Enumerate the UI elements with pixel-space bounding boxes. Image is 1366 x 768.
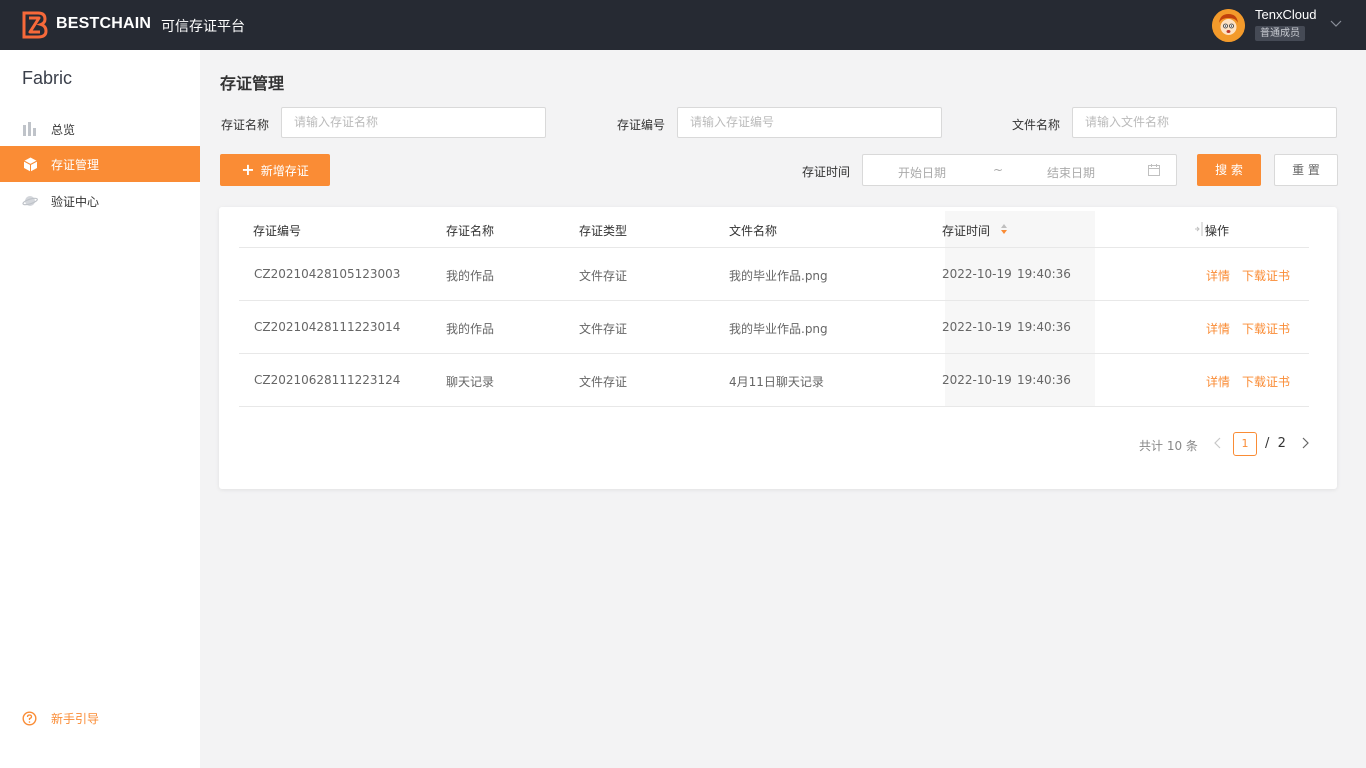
sidebar: Fabric 总览 存证管理 验证中心 新手引导: [0, 50, 200, 768]
calendar-icon: [1148, 164, 1160, 176]
column-header-actions: 操作: [1205, 224, 1230, 238]
column-header-code: 存证编号: [253, 224, 302, 238]
avatar[interactable]: [1212, 9, 1245, 42]
pagination-current-page[interactable]: 1: [1233, 432, 1257, 456]
filter-name-label: 存证名称: [221, 118, 270, 132]
cell-date: 2022-10-19: [942, 373, 1012, 387]
cell-code: CZ20210628111223124: [254, 373, 401, 387]
page-title: 存证管理: [220, 74, 285, 93]
start-date-input[interactable]: 开始日期: [898, 164, 946, 181]
add-evidence-button[interactable]: + 新增存证: [220, 154, 330, 186]
table-header: 存证编号 存证名称 存证类型 文件名称 存证时间 操作: [239, 207, 1309, 248]
cell-code: CZ20210428105123003: [254, 267, 401, 281]
bestchain-logo-icon[interactable]: [22, 11, 48, 39]
pagination-separator: /: [1265, 436, 1270, 451]
cell-file: 我的毕业作品.png: [729, 269, 828, 283]
add-evidence-label: 新增存证: [260, 163, 309, 178]
reset-button[interactable]: 重 置: [1274, 154, 1338, 186]
cell-name: 我的作品: [446, 269, 495, 283]
evidence-code-input[interactable]: 请输入存证编号: [677, 107, 942, 138]
user-role-badge: 普通成员: [1255, 26, 1305, 41]
download-certificate-link[interactable]: 下载证书: [1242, 267, 1290, 284]
cube-icon: [22, 156, 38, 172]
detail-link[interactable]: 详情: [1206, 320, 1230, 337]
cell-time: 19:40:36: [1017, 320, 1071, 334]
cell-date: 2022-10-19: [942, 267, 1012, 281]
filter-code-label: 存证编号: [617, 118, 666, 132]
guide-label: 新手引导: [51, 712, 100, 726]
platform-subtitle: 可信存证平台: [161, 19, 245, 35]
user-avatar-icon: [1212, 9, 1245, 42]
sidebar-item-overview[interactable]: 总览: [0, 111, 200, 147]
cell-date: 2022-10-19: [942, 320, 1012, 334]
column-header-time[interactable]: 存证时间: [942, 222, 990, 239]
cell-time: 19:40:36: [1017, 267, 1071, 281]
end-date-input[interactable]: 结束日期: [1047, 164, 1095, 181]
date-range-picker[interactable]: 开始日期 ~ 结束日期: [862, 154, 1177, 186]
download-certificate-link[interactable]: 下载证书: [1242, 373, 1290, 390]
chevron-left-icon[interactable]: [1212, 436, 1224, 450]
detail-link[interactable]: 详情: [1206, 267, 1230, 284]
download-certificate-link[interactable]: 下载证书: [1242, 320, 1290, 337]
pagination-total-pages: / 2: [1265, 436, 1286, 451]
detail-link[interactable]: 详情: [1206, 373, 1230, 390]
chevron-down-icon[interactable]: [1330, 17, 1342, 29]
date-separator: ~: [993, 163, 1004, 177]
cell-type: 文件存证: [579, 269, 628, 283]
help-circle-icon: [22, 711, 37, 726]
sidebar-item-verification-center[interactable]: 验证中心: [0, 183, 200, 219]
cell-name: 聊天记录: [446, 375, 495, 389]
sidebar-item-label: 总览: [51, 122, 76, 137]
plus-icon: +: [241, 160, 255, 179]
cell-type: 文件存证: [579, 322, 628, 336]
file-name-input[interactable]: 请输入文件名称: [1072, 107, 1337, 138]
bar-chart-icon: [22, 121, 38, 137]
column-header-type: 存证类型: [579, 224, 628, 238]
filter-file-label: 文件名称: [1012, 118, 1061, 132]
beginner-guide-link[interactable]: 新手引导: [22, 710, 99, 727]
pagination-total-pages-value: 2: [1277, 436, 1286, 451]
search-button[interactable]: 搜 索: [1197, 154, 1261, 186]
planet-icon: [22, 193, 38, 209]
pagination-total: 共计 10 条: [1139, 439, 1198, 453]
cell-time: 19:40:36: [1017, 373, 1071, 387]
column-header-name: 存证名称: [446, 224, 495, 238]
sort-icon[interactable]: [1001, 224, 1007, 234]
sidebar-item-label: 验证中心: [51, 194, 100, 209]
cell-file: 我的毕业作品.png: [729, 322, 828, 336]
column-header-file: 文件名称: [729, 224, 778, 238]
sidebar-item-label: 存证管理: [51, 157, 100, 172]
top-bar: BESTCHAIN 可信存证平台 TenxCloud 普通成员: [0, 0, 1366, 50]
user-name[interactable]: TenxCloud: [1255, 7, 1316, 22]
table-row: CZ20210628111223124 聊天记录 文件存证 4月11日聊天记录 …: [239, 354, 1309, 407]
sidebar-title: Fabric: [22, 68, 73, 88]
chevron-right-icon[interactable]: [1299, 436, 1311, 450]
cell-name: 我的作品: [446, 322, 495, 336]
table-row: CZ20210428111223014 我的作品 文件存证 我的毕业作品.png…: [239, 301, 1309, 354]
evidence-name-input[interactable]: 请输入存证名称: [281, 107, 546, 138]
sidebar-item-evidence-management[interactable]: 存证管理: [0, 146, 200, 182]
filter-time-label: 存证时间: [802, 165, 851, 179]
cell-file: 4月11日聊天记录: [729, 375, 824, 389]
cell-code: CZ20210428111223014: [254, 320, 401, 334]
cell-type: 文件存证: [579, 375, 628, 389]
table-row: CZ20210428105123003 我的作品 文件存证 我的毕业作品.png…: [239, 248, 1309, 301]
brand-name[interactable]: BESTCHAIN: [56, 15, 151, 33]
